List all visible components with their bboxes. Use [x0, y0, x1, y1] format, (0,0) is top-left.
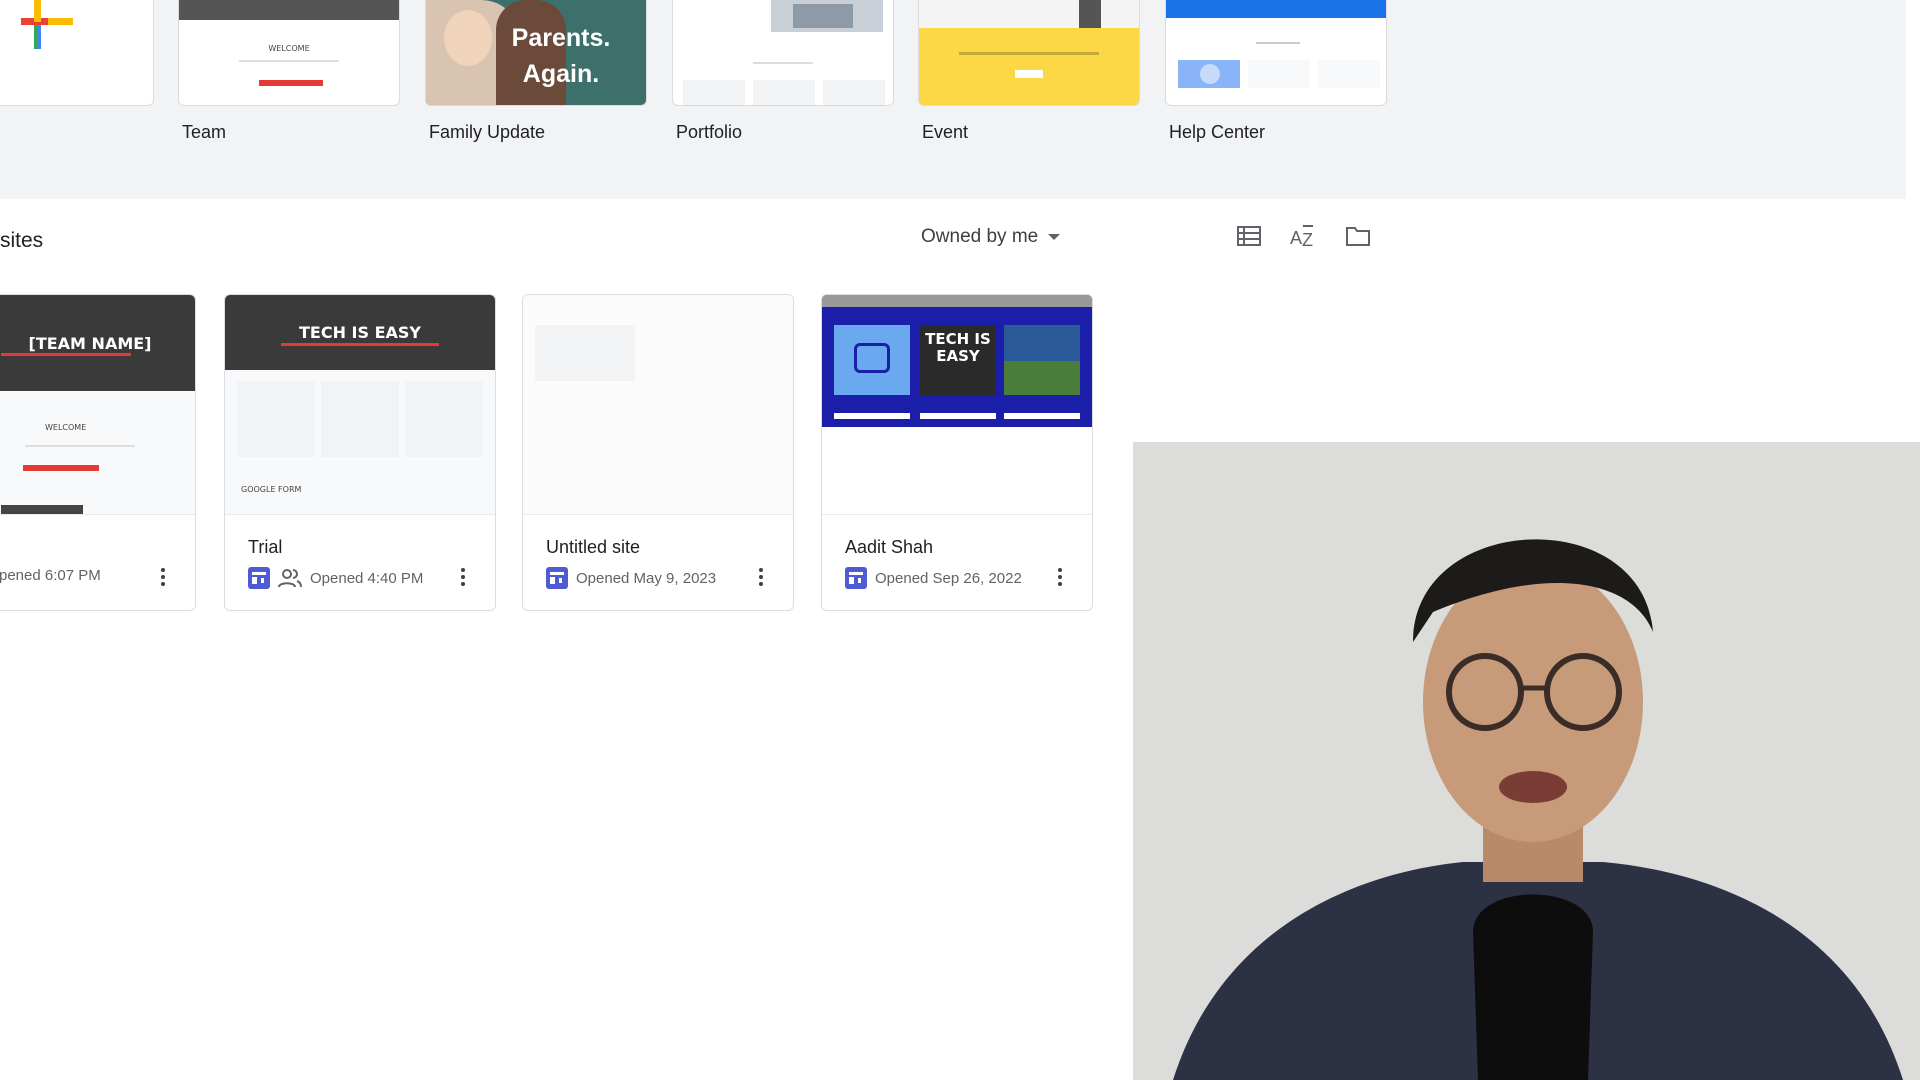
blank-site-tile[interactable]: [0, 0, 154, 106]
plus-icon: [21, 0, 73, 49]
thumb-heading: WELCOME: [268, 44, 310, 53]
template-name: Family Update: [429, 122, 546, 142]
svg-text:Z: Z: [1302, 230, 1313, 250]
opened-time: Opened 4:40 PM: [310, 569, 424, 587]
owner-filter-dropdown[interactable]: Owned by me: [921, 226, 1061, 248]
sites-icon: [248, 567, 270, 589]
preview-sub: GOOGLE FORM: [241, 485, 302, 494]
template-name: Portfolio: [676, 122, 743, 142]
site-preview: [TEAM NAME] WELCOME: [0, 295, 195, 515]
site-meta: pened 6:07 PM: [0, 567, 101, 584]
dropdown-caret-icon: [1048, 234, 1061, 240]
presenter-video-image: [1133, 442, 1920, 1080]
template-name: Team: [182, 122, 227, 142]
site-meta: Opened Sep 26, 2022: [845, 567, 1022, 589]
sites-icon: [845, 567, 867, 589]
more-options-icon[interactable]: [1048, 565, 1072, 589]
sort-az-icon[interactable]: AZ: [1287, 220, 1319, 252]
site-meta: Opened 4:40 PM: [248, 567, 423, 589]
site-card[interactable]: TECH IS EASY GOOGLE FORM Trial Opened 4:…: [224, 294, 496, 611]
site-title: Trial: [248, 537, 283, 557]
site-meta: Opened May 9, 2023: [546, 567, 716, 589]
template-thumbnail: WELCOME: [178, 0, 400, 106]
site-title: Untitled site: [546, 537, 641, 557]
template-gallery: WELCOME Team Parents. Again. Family Upda…: [0, 0, 1906, 199]
template-name: Event: [922, 122, 969, 142]
shared-people-icon: [278, 569, 302, 588]
list-view-icon[interactable]: [1233, 220, 1265, 252]
preview-tile-text: TECH IS EASY: [920, 325, 996, 395]
svg-text:A: A: [1290, 228, 1302, 248]
template-thumbnail: Parents. Again.: [425, 0, 647, 106]
template-team[interactable]: WELCOME Team: [178, 0, 400, 142]
webcam-overlay: [1133, 442, 1920, 1080]
sites-icon: [546, 567, 568, 589]
more-options-icon[interactable]: [749, 565, 773, 589]
site-title: Aadit Shah: [845, 537, 934, 557]
section-title: sites: [0, 229, 44, 252]
site-preview: [523, 295, 793, 515]
template-portfolio[interactable]: Portfolio: [672, 0, 894, 142]
thumb-text: Parents.: [511, 24, 611, 52]
site-preview: TECH IS EASY GOOGLE FORM: [225, 295, 495, 515]
template-family-update[interactable]: Parents. Again. Family Update: [425, 0, 647, 142]
template-help-center[interactable]: Help Center: [1165, 0, 1387, 142]
thumb-text: Again.: [522, 60, 600, 88]
template-thumbnail: [918, 0, 1140, 106]
folder-icon[interactable]: [1342, 220, 1374, 252]
opened-time: pened 6:07 PM: [0, 567, 101, 584]
owner-filter-label: Owned by me: [921, 226, 1039, 247]
site-card[interactable]: Untitled site Opened May 9, 2023: [522, 294, 794, 611]
preview-sub: WELCOME: [45, 423, 87, 432]
opened-time: Opened May 9, 2023: [576, 569, 717, 587]
template-thumbnail: [1165, 0, 1387, 106]
preview-heading: TECH IS EASY: [225, 295, 495, 370]
template-thumbnail: [672, 0, 894, 106]
site-preview: TECH IS EASY: [822, 295, 1092, 515]
opened-time: Opened Sep 26, 2022: [875, 569, 1022, 587]
preview-heading: [TEAM NAME]: [0, 295, 195, 391]
template-name: Help Center: [1169, 122, 1266, 142]
template-event[interactable]: Event: [918, 0, 1140, 142]
site-card[interactable]: [TEAM NAME] WELCOME pened 6:07 PM: [0, 294, 196, 611]
site-card[interactable]: TECH IS EASY Aadit Shah Opened Sep 26, 2…: [821, 294, 1093, 611]
more-options-icon[interactable]: [151, 565, 175, 589]
more-options-icon[interactable]: [451, 565, 475, 589]
